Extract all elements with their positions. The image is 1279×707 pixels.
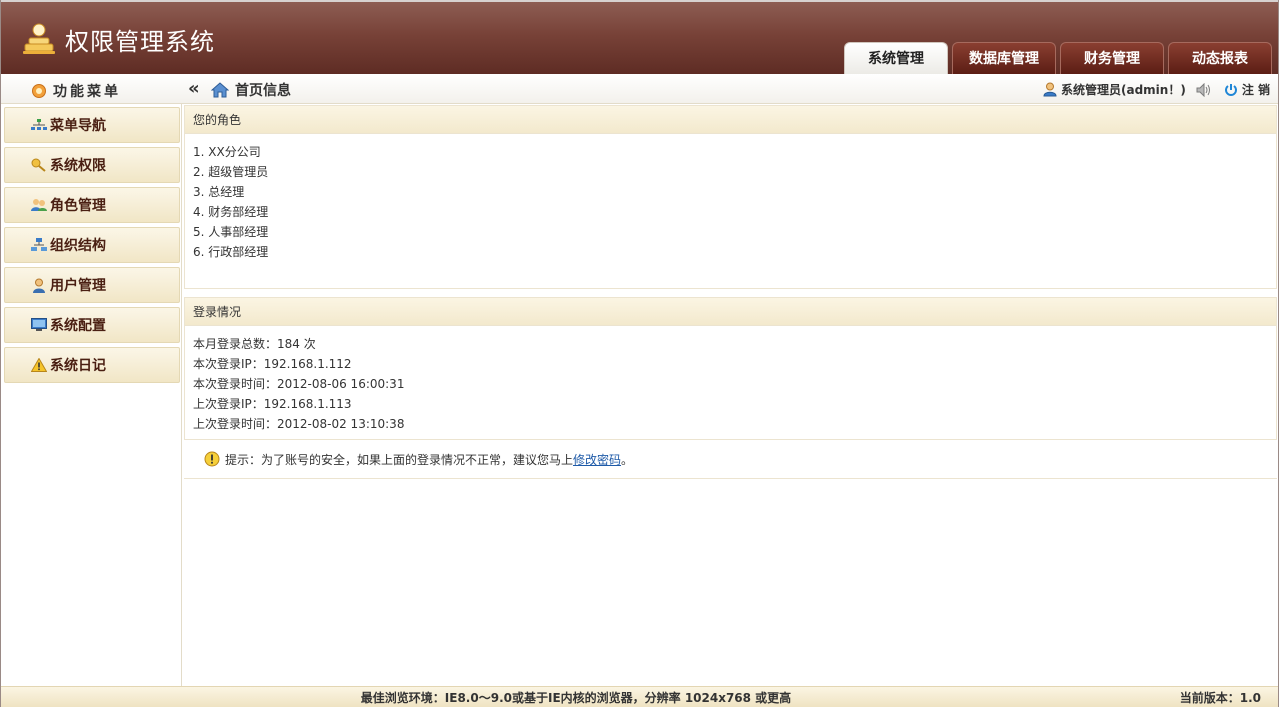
breadcrumb: 首页信息 bbox=[211, 80, 291, 100]
user-icon bbox=[31, 278, 47, 293]
sub-header-bar: 功能菜单 « 首页信息 系统管理员(admin！) 注 销 bbox=[1, 74, 1278, 104]
org-chart-icon bbox=[31, 238, 47, 252]
gear-flower-icon bbox=[31, 83, 47, 99]
roles-panel: 您的角色 1. XX分公司 2. 超级管理员 3. 总经理 4. 财务部经理 5… bbox=[184, 105, 1277, 289]
list-item: 本次登录时间：2012-08-06 16:00:31 bbox=[193, 377, 405, 391]
list-item: 上次登录IP：192.168.1.113 bbox=[193, 397, 352, 411]
login-panel-title: 登录情况 bbox=[185, 298, 1276, 326]
roles-list: 1. XX分公司 2. 超级管理员 3. 总经理 4. 财务部经理 5. 人事部… bbox=[185, 134, 1276, 262]
tab-system-management[interactable]: 系统管理 bbox=[844, 42, 948, 74]
current-user-label: 系统管理员(admin！) bbox=[1060, 83, 1186, 97]
sidebar-item-org-structure[interactable]: 组织结构 bbox=[4, 227, 180, 263]
logout-button[interactable]: 注 销 bbox=[1224, 81, 1270, 98]
security-tip: 提示：为了账号的安全，如果上面的登录情况不正常，建议您马上 修改密码 。 bbox=[184, 440, 1277, 479]
login-info-panel: 登录情况 本月登录总数：184 次 本次登录IP：192.168.1.112 本… bbox=[184, 297, 1277, 440]
roles-panel-title: 您的角色 bbox=[185, 106, 1276, 134]
collapse-sidebar-button[interactable]: « bbox=[188, 78, 200, 99]
sidebar-item-system-permissions[interactable]: 系统权限 bbox=[4, 147, 180, 183]
sidebar-item-label: 系统配置 bbox=[50, 318, 106, 334]
sidebar-item-menu-navigation[interactable]: 菜单导航 bbox=[4, 107, 180, 143]
sidebar: 菜单导航 系统权限 角色管理 组织结构 用户管理 系统配置 系统日记 bbox=[1, 104, 182, 686]
list-item: 1. XX分公司 bbox=[193, 145, 261, 159]
key-icon bbox=[31, 158, 47, 172]
sidebar-item-label: 系统权限 bbox=[50, 158, 106, 174]
menu-title-text: 功能菜单 bbox=[53, 84, 121, 100]
top-tab-bar: 系统管理 数据库管理 财务管理 动态报表 bbox=[840, 42, 1272, 74]
tab-finance-management[interactable]: 财务管理 bbox=[1060, 42, 1164, 74]
login-info-list: 本月登录总数：184 次 本次登录IP：192.168.1.112 本次登录时间… bbox=[185, 326, 1276, 434]
sidebar-item-label: 菜单导航 bbox=[50, 118, 106, 134]
sitemap-icon bbox=[31, 118, 47, 132]
sidebar-item-user-management[interactable]: 用户管理 bbox=[4, 267, 180, 303]
list-item: 4. 财务部经理 bbox=[193, 205, 269, 219]
tab-database-management[interactable]: 数据库管理 bbox=[952, 42, 1056, 74]
header-bar: 权限管理系统 系统管理 数据库管理 财务管理 动态报表 bbox=[1, 0, 1278, 74]
list-item: 5. 人事部经理 bbox=[193, 225, 269, 239]
main-content: 您的角色 1. XX分公司 2. 超级管理员 3. 总经理 4. 财务部经理 5… bbox=[184, 104, 1277, 686]
app-title: 权限管理系统 bbox=[65, 28, 215, 56]
sidebar-item-label: 角色管理 bbox=[50, 198, 106, 214]
tab-dynamic-reports[interactable]: 动态报表 bbox=[1168, 42, 1272, 74]
monitor-icon bbox=[31, 318, 47, 332]
list-item: 6. 行政部经理 bbox=[193, 245, 269, 259]
tip-suffix: 。 bbox=[621, 452, 634, 467]
breadcrumb-text: 首页信息 bbox=[235, 83, 291, 99]
browser-env-note: 最佳浏览环境：IE8.0～9.0或基于IE内核的浏览器，分辨率 1024x768… bbox=[360, 691, 792, 705]
info-warning-icon bbox=[204, 451, 220, 467]
footer-bar: 最佳浏览环境：IE8.0～9.0或基于IE内核的浏览器，分辨率 1024x768… bbox=[1, 686, 1278, 707]
change-password-link[interactable]: 修改密码 bbox=[573, 451, 621, 468]
list-item: 本次登录IP：192.168.1.112 bbox=[193, 357, 352, 371]
sidebar-item-label: 系统日记 bbox=[50, 358, 106, 374]
sidebar-item-label: 用户管理 bbox=[50, 278, 106, 294]
sidebar-item-role-management[interactable]: 角色管理 bbox=[4, 187, 180, 223]
sidebar-item-label: 组织结构 bbox=[50, 238, 106, 254]
speaker-icon[interactable] bbox=[1196, 82, 1212, 97]
tip-text: 提示：为了账号的安全，如果上面的登录情况不正常，建议您马上 bbox=[225, 452, 574, 467]
app-logo-icon bbox=[21, 20, 57, 56]
users-icon bbox=[31, 198, 47, 212]
list-item: 3. 总经理 bbox=[193, 185, 245, 199]
power-icon bbox=[1224, 83, 1238, 97]
version-label: 当前版本：1.0 bbox=[1179, 691, 1261, 705]
home-icon bbox=[211, 82, 229, 98]
list-item: 上次登录时间：2012-08-02 13:10:38 bbox=[193, 417, 405, 431]
sidebar-item-system-config[interactable]: 系统配置 bbox=[4, 307, 180, 343]
list-item: 2. 超级管理员 bbox=[193, 165, 269, 179]
user-area: 系统管理员(admin！) 注 销 bbox=[1043, 81, 1270, 98]
admin-user-icon bbox=[1043, 82, 1057, 97]
function-menu-heading: 功能菜单 bbox=[31, 81, 121, 101]
sidebar-item-system-log[interactable]: 系统日记 bbox=[4, 347, 180, 383]
warning-icon bbox=[31, 358, 47, 372]
logout-label: 注 销 bbox=[1241, 83, 1270, 97]
list-item: 本月登录总数：184 次 bbox=[193, 337, 316, 351]
